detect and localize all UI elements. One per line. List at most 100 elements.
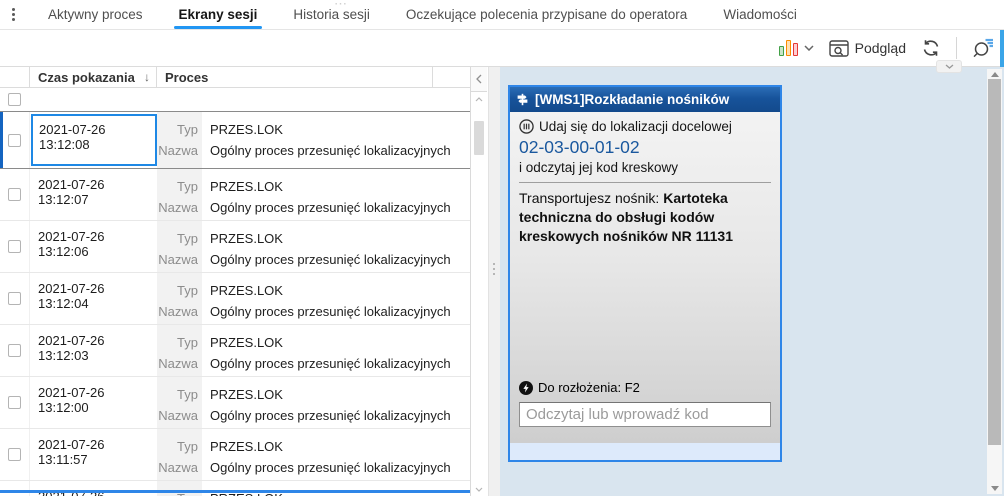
collapse-pane-button[interactable] [471, 67, 487, 92]
type-field-label: Typ [177, 283, 198, 298]
sessions-table: Czas pokazania ↓ Proces 2021-07-26 13:12… [0, 67, 470, 496]
barcode-circle-icon [519, 119, 534, 134]
go-to-location-text: Udaj się do lokalizacji docelowej [539, 119, 732, 134]
table-row[interactable]: 2021-07-26 13:12:07 Typ Nazwa PRZES.LOK … [0, 169, 470, 221]
name-field-label: Nazwa [158, 408, 198, 423]
row-time-value: 2021-07-26 13:12:06 [38, 229, 105, 259]
search-button[interactable] [972, 38, 994, 58]
process-type-value: PRZES.LOK [210, 439, 283, 454]
action-hint-text: Do rozłożenia: F2 [538, 380, 640, 395]
row-time-cell[interactable]: 2021-07-26 13:12:00 [30, 377, 157, 428]
row-field-values: PRZES.LOK Ogólny proces przesunięć lokal… [202, 377, 470, 428]
row-time-cell[interactable]: 2021-07-26 13:11:53 [30, 481, 157, 496]
row-checkbox[interactable] [8, 240, 21, 253]
chevron-left-icon [476, 74, 482, 84]
process-name-value: Ogólny proces przesunięć lokalizacyjnych [210, 460, 451, 475]
row-checkbox[interactable] [8, 448, 21, 461]
row-time-value: 2021-07-26 13:12:08 [31, 114, 157, 166]
preview-button[interactable]: Podgląd [828, 39, 906, 57]
row-checkbox[interactable] [8, 188, 21, 201]
scroll-up-icon[interactable] [471, 97, 487, 102]
name-field-label: Nazwa [158, 356, 198, 371]
tab-aktywny-proces[interactable]: Aktywny proces [30, 0, 161, 29]
wms-session-panel[interactable]: [WMS1]Rozkładanie nośników Udaj się do l… [508, 85, 782, 462]
column-header-process-label: Proces [165, 69, 209, 85]
tab-ekrany-sesji[interactable]: Ekrany sesji [161, 0, 276, 29]
column-header-process[interactable]: Proces [157, 67, 433, 87]
table-row[interactable]: 2021-07-26 13:12:03 Typ Nazwa PRZES.LOK … [0, 325, 470, 377]
preview-vertical-scrollbar[interactable] [987, 69, 1002, 494]
row-checkbox-cell [0, 377, 30, 428]
row-checkbox-cell [0, 325, 30, 376]
toolbar: Podgląd [0, 30, 1004, 73]
name-field-label: Nazwa [158, 200, 198, 215]
row-field-labels: Typ Nazwa [157, 112, 202, 168]
session-screens-pane: Czas pokazania ↓ Proces 2021-07-26 13:12… [0, 67, 500, 496]
table-row[interactable]: 2021-07-26 13:11:57 Typ Nazwa PRZES.LOK … [0, 429, 470, 481]
preview-scrollbar-thumb[interactable] [988, 79, 1001, 445]
table-row[interactable]: 2021-07-26 13:11:53 Typ Nazwa PRZES.LOK … [0, 481, 470, 496]
panel-divider [519, 182, 771, 183]
row-time-cell[interactable]: 2021-07-26 13:12:06 [30, 221, 157, 272]
panel-title-bar: [WMS1]Rozkładanie nośników [510, 87, 780, 112]
row-time-cell[interactable]: 2021-07-26 13:12:04 [30, 273, 157, 324]
select-all-checkbox[interactable] [8, 93, 21, 106]
tab-label: Ekrany sesji [178, 7, 258, 22]
pane-splitter[interactable] [488, 67, 500, 496]
table-scrollbar-column [470, 67, 487, 496]
expand-toolbar-button[interactable] [936, 60, 962, 73]
type-field-label: Typ [177, 122, 198, 137]
row-checkbox[interactable] [8, 133, 21, 147]
preview-window-icon [828, 39, 849, 57]
kebab-menu-icon[interactable] [0, 0, 26, 29]
row-checkbox-cell [0, 221, 30, 272]
session-preview-pane: [WMS1]Rozkładanie nośników Udaj się do l… [500, 67, 1004, 496]
table-row[interactable]: 2021-07-26 13:12:06 Typ Nazwa PRZES.LOK … [0, 221, 470, 273]
table-row[interactable]: 2021-07-26 13:12:00 Typ Nazwa PRZES.LOK … [0, 377, 470, 429]
row-time-cell[interactable]: 2021-07-26 13:11:57 [30, 429, 157, 480]
process-name-value: Ogólny proces przesunięć lokalizacyjnych [210, 408, 451, 423]
row-time-value: 2021-07-26 13:12:07 [38, 177, 105, 207]
row-checkbox[interactable] [8, 344, 21, 357]
row-field-labels: Typ Nazwa [157, 169, 202, 220]
transport-info: Transportujesz nośnik: Kartoteka technic… [519, 189, 771, 246]
row-field-values: PRZES.LOK Ogólny proces przesunięć lokal… [202, 325, 470, 376]
bar-chart-icon [778, 40, 798, 56]
signpost-icon [517, 93, 528, 106]
row-field-labels: Typ Nazwa [157, 325, 202, 376]
table-row[interactable]: 2021-07-26 13:12:04 Typ Nazwa PRZES.LOK … [0, 273, 470, 325]
row-time-value: 2021-07-26 13:12:03 [38, 333, 105, 363]
tab-oczekujace-polecenia[interactable]: Oczekujące polecenia przypisane do opera… [388, 0, 705, 29]
checkbox-column-header [0, 67, 30, 87]
table-vertical-scrollbar[interactable] [471, 93, 487, 496]
selection-edge-line [0, 490, 470, 493]
row-checkbox[interactable] [8, 292, 21, 305]
scroll-up-icon[interactable] [990, 72, 999, 77]
table-scrollbar-thumb[interactable] [474, 121, 484, 155]
row-checkbox[interactable] [8, 396, 21, 409]
scroll-down-icon[interactable] [990, 486, 999, 491]
row-time-value: 2021-07-26 13:11:57 [38, 437, 105, 467]
tab-historia-sesji[interactable]: Historia sesji [275, 0, 388, 29]
row-time-cell[interactable]: 2021-07-26 13:12:08 [30, 112, 157, 168]
row-field-values: PRZES.LOK Ogólny proces przesunięć lokal… [202, 273, 470, 324]
row-field-labels: Typ Nazwa [157, 273, 202, 324]
table-row[interactable]: 2021-07-26 13:12:08 Typ Nazwa PRZES.LOK … [0, 111, 470, 169]
transport-prefix: Transportujesz nośnik: [519, 190, 664, 206]
lightning-circle-icon [519, 380, 533, 395]
row-time-cell[interactable]: 2021-07-26 13:12:03 [30, 325, 157, 376]
refresh-button[interactable] [921, 38, 941, 58]
chart-view-button[interactable] [778, 40, 814, 56]
name-field-label: Nazwa [158, 143, 198, 158]
tab-wiadomosci[interactable]: Wiadomości [705, 0, 815, 29]
sort-descending-icon[interactable]: ↓ [144, 70, 150, 84]
type-field-label: Typ [177, 387, 198, 402]
drag-grip-icon[interactable]: ⋯ [334, 0, 348, 12]
row-time-cell[interactable]: 2021-07-26 13:12:07 [30, 169, 157, 220]
scroll-down-icon[interactable] [471, 487, 487, 492]
process-type-value: PRZES.LOK [210, 231, 283, 246]
barcode-input[interactable] [519, 402, 771, 427]
row-checkbox-cell [0, 273, 30, 324]
column-header-time[interactable]: Czas pokazania ↓ [30, 67, 157, 87]
process-name-value: Ogólny proces przesunięć lokalizacyjnych [210, 143, 451, 158]
